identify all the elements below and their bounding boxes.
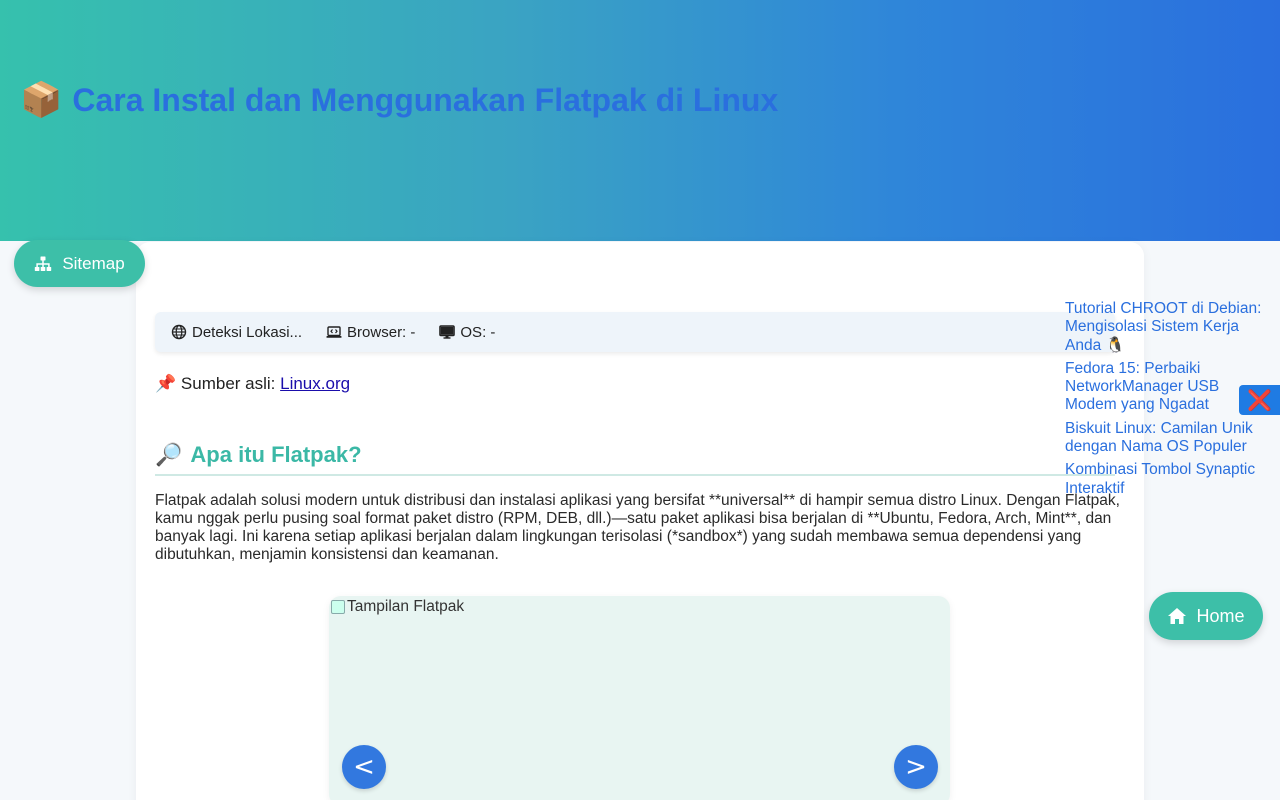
slider-prev-button[interactable]: < [342,745,386,789]
section-heading: 🔎 Apa itu Flatpak? [155,442,1115,476]
location-text: Deteksi Lokasi... [192,323,303,341]
home-icon [1168,608,1187,624]
page-title-text: Cara Instal dan Menggunakan Flatpak di L… [72,81,779,118]
home-button[interactable]: Home [1149,592,1263,640]
slide-image-alt: Tampilan Flatpak [347,598,465,615]
related-link[interactable]: Kombinasi Tombol Synaptic Interaktif [1065,461,1270,498]
hero-banner: 📦 Cara Instal dan Menggunakan Flatpak di… [0,0,1280,241]
section-heading-text: Apa itu Flatpak? [190,442,362,467]
desktop-icon [439,325,456,339]
related-link[interactable]: Tutorial CHROOT di Debian: Mengisolasi S… [1065,300,1270,355]
laptop-code-icon [326,326,342,338]
sitemap-button-label: Sitemap [62,253,125,273]
source-prefix: Sumber asli: [180,374,276,393]
visitor-info-bar: Deteksi Lokasi... Browser: - OS: - [155,312,1115,352]
globe-icon [171,324,187,340]
magnifier-icon: 🔎 [155,442,183,467]
slide-image: Tampilan Flatpak [331,598,464,616]
package-icon: 📦 [20,81,63,119]
slider-next-button[interactable]: > [894,745,938,789]
browser-text: Browser: - [347,323,416,341]
source-link[interactable]: Linux.org [280,374,350,393]
os-text: OS: - [460,323,496,341]
pushpin-icon: 📌 [155,374,177,393]
intro-paragraph: Flatpak adalah solusi modern untuk distr… [155,492,1120,563]
home-button-label: Home [1196,605,1245,626]
sitemap-icon [35,256,52,271]
image-slider: Tampilan Flatpak < > [329,596,950,800]
close-related-button[interactable]: ❌ [1239,385,1280,415]
location-info: Deteksi Lokasi... [171,324,302,341]
page-title: 📦 Cara Instal dan Menggunakan Flatpak di… [20,80,778,120]
browser-info: Browser: - [326,324,415,341]
broken-image-icon [331,600,345,614]
sitemap-button[interactable]: Sitemap [14,240,145,287]
source-line: 📌 Sumber asli: Linux.org [155,374,350,394]
os-info: OS: - [439,324,495,341]
related-link[interactable]: Biskuit Linux: Camilan Unik dengan Nama … [1065,420,1270,457]
